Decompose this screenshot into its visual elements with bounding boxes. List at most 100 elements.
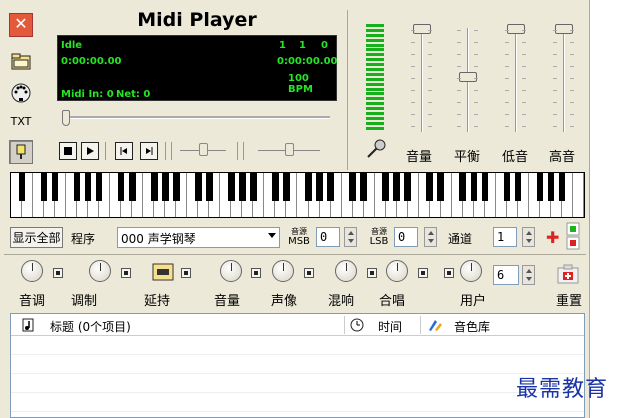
midi-port-button[interactable] [9, 81, 33, 105]
user-knob[interactable] [460, 260, 482, 282]
black-key[interactable] [305, 173, 312, 201]
playlist-table[interactable]: 标题 (0个项目) 时间 音色库 [10, 313, 585, 418]
black-key[interactable] [426, 173, 434, 201]
play-button[interactable] [81, 142, 99, 160]
pitch-slider-thumb[interactable] [285, 143, 294, 156]
close-icon[interactable]: ✕ [9, 13, 33, 37]
black-key[interactable] [470, 173, 478, 201]
program-select[interactable]: 000 声学钢琴 [117, 227, 280, 248]
black-key[interactable] [95, 173, 103, 201]
black-key[interactable] [481, 173, 489, 201]
microphone-icon[interactable] [366, 138, 386, 160]
black-key[interactable] [393, 173, 400, 201]
treble-slider-track[interactable] [563, 28, 565, 132]
black-key[interactable] [51, 173, 59, 201]
pin-button[interactable] [9, 140, 33, 164]
piano-keyboard[interactable] [10, 172, 585, 218]
progress-slider-thumb[interactable] [62, 110, 70, 126]
black-key[interactable] [360, 173, 367, 201]
black-key[interactable] [117, 173, 125, 201]
black-key[interactable] [437, 173, 445, 201]
previous-button[interactable] [115, 142, 133, 160]
black-key[interactable] [558, 173, 566, 201]
pitch-knob[interactable] [21, 260, 43, 282]
title-column-header[interactable]: 标题 (0个项目) [50, 318, 131, 335]
next-icon [146, 147, 153, 155]
chevron-down-icon [268, 233, 276, 238]
table-row[interactable] [11, 355, 584, 374]
black-key[interactable] [536, 173, 544, 201]
black-key[interactable] [250, 173, 257, 201]
time-column-header[interactable]: 时间 [378, 318, 402, 335]
channel-input[interactable]: 1 [493, 227, 517, 247]
reverb-toggle[interactable] [367, 268, 377, 278]
pan-knob[interactable] [272, 260, 294, 282]
black-key[interactable] [349, 173, 356, 201]
sustain-pedal-icon[interactable] [152, 263, 174, 281]
bass-slider-track[interactable] [515, 28, 517, 132]
user-controller-input[interactable]: 6 [493, 265, 519, 285]
user-controller-spinner[interactable] [522, 265, 535, 285]
black-key[interactable] [239, 173, 246, 201]
speed-slider-thumb[interactable] [199, 143, 208, 156]
stop-button[interactable] [59, 142, 77, 160]
black-key[interactable] [195, 173, 202, 201]
txt-button[interactable]: TXT [9, 109, 33, 133]
pan-toggle[interactable] [304, 268, 314, 278]
modulation-knob[interactable] [89, 260, 111, 282]
table-row[interactable] [11, 393, 584, 412]
black-key[interactable] [316, 173, 323, 201]
black-key[interactable] [228, 173, 235, 201]
show-all-button[interactable]: 显示全部 [10, 227, 63, 248]
progress-track[interactable] [62, 116, 330, 119]
reset-icon[interactable] [557, 264, 579, 284]
pitch-toggle[interactable] [53, 268, 63, 278]
black-key[interactable] [382, 173, 389, 201]
balance-slider-thumb[interactable] [459, 72, 477, 82]
treble-slider-thumb[interactable] [555, 24, 573, 34]
black-key[interactable] [161, 173, 169, 201]
bass-label: 低音 [501, 150, 528, 165]
table-row[interactable] [11, 374, 584, 393]
chorus-knob[interactable] [386, 260, 408, 282]
modulation-toggle[interactable] [121, 268, 131, 278]
black-key[interactable] [272, 173, 279, 201]
black-key[interactable] [459, 173, 467, 201]
net-status: Net: 0 [116, 89, 151, 100]
black-key[interactable] [84, 173, 92, 201]
volume-slider-track[interactable] [421, 28, 423, 132]
black-key[interactable] [514, 173, 522, 201]
open-folder-button[interactable] [9, 50, 33, 74]
black-key[interactable] [150, 173, 158, 201]
channel-spinner[interactable] [522, 227, 535, 247]
black-key[interactable] [283, 173, 290, 201]
lsb-spinner[interactable] [424, 227, 437, 247]
reverb-knob[interactable] [335, 260, 357, 282]
soundbank-column-header[interactable]: 音色库 [454, 318, 490, 335]
msb-input[interactable]: 0 [316, 227, 340, 247]
bass-slider-thumb[interactable] [507, 24, 525, 34]
table-row[interactable] [11, 336, 584, 355]
volume-toggle[interactable] [251, 268, 261, 278]
chorus-toggle[interactable] [418, 268, 428, 278]
black-key[interactable] [327, 173, 334, 201]
black-key[interactable] [172, 173, 180, 201]
add-icon[interactable]: ✚ [546, 228, 559, 248]
volume-slider-thumb[interactable] [413, 24, 431, 34]
black-key[interactable] [503, 173, 511, 201]
black-key[interactable] [206, 173, 213, 201]
black-key[interactable] [18, 173, 26, 201]
black-key[interactable] [128, 173, 136, 201]
msb-spinner[interactable] [344, 227, 357, 247]
user-toggle[interactable] [444, 268, 454, 278]
white-key[interactable] [573, 173, 584, 217]
black-key[interactable] [73, 173, 81, 201]
slider-tick [428, 78, 432, 79]
volume-knob[interactable] [220, 260, 242, 282]
lsb-input[interactable]: 0 [394, 227, 418, 247]
black-key[interactable] [40, 173, 48, 201]
black-key[interactable] [404, 173, 411, 201]
black-key[interactable] [547, 173, 555, 201]
sustain-toggle[interactable] [181, 268, 191, 278]
next-button[interactable] [140, 142, 158, 160]
